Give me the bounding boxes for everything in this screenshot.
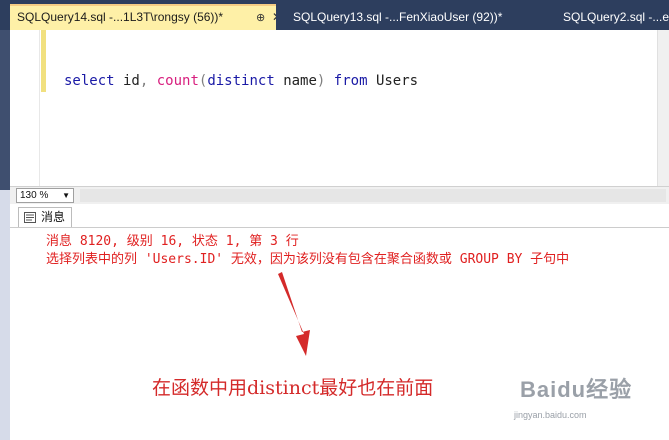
annotation-arrow-icon <box>278 272 310 356</box>
code-token: , <box>139 73 157 89</box>
tab-messages-label: 消息 <box>41 210 66 224</box>
tab-sqlquery13[interactable]: SQLQuery13.sql -...FenXiaoUser (92))* <box>286 6 526 28</box>
editor-margin <box>10 30 40 186</box>
pin-icon[interactable]: ⊕ <box>256 7 265 29</box>
code-token: select <box>64 73 115 89</box>
code-token: id <box>114 73 140 89</box>
annotation-text: 在函数中用distinct最好也在前面 <box>152 377 434 399</box>
tab-messages[interactable]: 消息 <box>18 207 73 227</box>
document-tab-strip: SQLQuery14.sql -...1L3T\rongsy (56))* ⊕ … <box>0 0 669 30</box>
code-token: count <box>156 73 199 89</box>
zoom-value: 130 % <box>20 190 49 201</box>
query-editor[interactable]: select id, count(distinct name) from Use… <box>10 30 669 186</box>
watermark-logo: Baidu经验 <box>520 377 633 402</box>
chevron-down-icon: ▼ <box>62 191 70 200</box>
zoom-select[interactable]: 130 % ▼ <box>16 188 74 203</box>
watermark-url: jingyan.baidu.com <box>514 410 587 420</box>
close-icon[interactable]: ✕ <box>272 6 276 28</box>
tab-label: SQLQuery13.sql -...FenXiaoUser (92))* <box>293 10 503 24</box>
results-tab-strip: 消息 <box>10 204 669 228</box>
error-message-header: 消息 8120, 级别 16, 状态 1, 第 3 行 <box>46 234 299 249</box>
tab-label: SQLQuery14.sql -...1L3T\rongsy (56))* <box>17 10 224 24</box>
vertical-scrollbar[interactable] <box>657 30 669 186</box>
messages-icon <box>24 212 36 223</box>
left-panel-strip <box>0 30 10 190</box>
horizontal-scrollbar[interactable] <box>80 189 666 202</box>
tab-label: SQLQuery2.sql -...e <box>563 10 669 24</box>
error-message-detail: 选择列表中的列 'Users.ID' 无效，因为该列没有包含在聚合函数或 GRO… <box>46 252 570 267</box>
tab-sqlquery2[interactable]: SQLQuery2.sql -...e <box>556 6 669 28</box>
baidu-watermark: Baidu经验 jingyan.baidu.com <box>508 368 648 428</box>
tab-sqlquery14[interactable]: SQLQuery14.sql -...1L3T\rongsy (56))* ⊕ … <box>10 4 276 30</box>
code-token: name <box>274 73 317 89</box>
code-line[interactable]: select id, count(distinct name) from Use… <box>64 73 418 89</box>
code-token: distinct <box>207 73 275 89</box>
code-token: Users <box>367 73 419 89</box>
change-tracking-bar <box>41 30 46 92</box>
code-token: from <box>325 73 368 89</box>
editor-status-bar: 130 % ▼ <box>10 186 669 204</box>
